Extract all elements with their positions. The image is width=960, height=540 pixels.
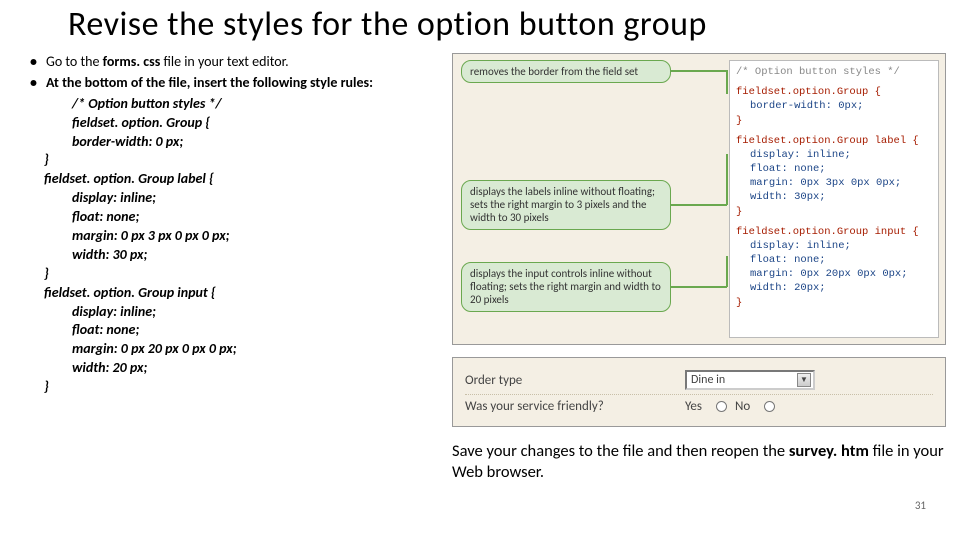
code-prop: float: none;	[736, 162, 932, 176]
form-preview: Order type Dine in ▼ Was your service fr…	[452, 357, 946, 427]
radio-no[interactable]	[764, 401, 775, 412]
code-prop: display: inline;	[736, 239, 932, 253]
code-line: /* Option button styles */	[72, 95, 440, 114]
code-prop: float: none;	[736, 253, 932, 267]
callout-1: removes the border from the field set	[461, 60, 671, 83]
callout-2: displays the labels inline without float…	[461, 180, 671, 230]
slide-title: Revise the styles for the option button …	[0, 0, 960, 53]
code-line: margin: 0 px 20 px 0 px 0 px;	[44, 340, 440, 359]
annotated-code-diagram: removes the border from the field set di…	[452, 53, 946, 345]
code-comment: /* Option button styles */	[736, 65, 932, 79]
select-value: Dine in	[691, 373, 725, 387]
connector-line	[671, 286, 727, 288]
bullet1-post: file in your text editor.	[160, 53, 288, 70]
code-line: fieldset. option. Group {	[72, 114, 440, 133]
code-line: fieldset. option. Group label {	[44, 170, 440, 189]
bullet-1: • Go to the forms. css file in your text…	[30, 53, 440, 72]
left-column: • Go to the forms. css file in your text…	[30, 53, 440, 482]
form-row-service: Was your service friendly? Yes No	[465, 395, 933, 418]
callout-3: displays the input controls inline witho…	[461, 262, 671, 312]
radio-yes[interactable]	[716, 401, 727, 412]
connector-line	[671, 70, 727, 72]
dropdown-arrow-icon[interactable]: ▼	[797, 373, 811, 387]
code-selector: fieldset.option.Group {	[736, 85, 932, 99]
right-column: removes the border from the field set di…	[452, 53, 946, 482]
page-number: 31	[915, 499, 926, 512]
bullet-2: • At the bottom of the file, insert the …	[30, 74, 440, 93]
code-selector: fieldset.option.Group input {	[736, 225, 932, 239]
connector-line	[726, 154, 728, 205]
code-line: }	[44, 151, 440, 170]
code-prop: width: 20px;	[736, 281, 932, 295]
code-line: width: 30 px;	[44, 246, 440, 265]
bottom-bold: survey. htm	[789, 441, 869, 461]
bullet2-text: At the bottom of the file, insert the fo…	[46, 74, 440, 93]
code-line: width: 20 px;	[44, 359, 440, 378]
code-brace: }	[736, 296, 932, 310]
code-prop: display: inline;	[736, 148, 932, 162]
css-code-block: /* Option button styles */ fieldset. opt…	[72, 95, 440, 397]
bottom-instruction: Save your changes to the file and then r…	[452, 439, 946, 482]
select-order-type[interactable]: Dine in ▼	[685, 370, 815, 390]
bullet1-bold: forms. css	[103, 53, 161, 70]
code-prop: margin: 0px 3px 0px 0px;	[736, 176, 932, 190]
form-row-order-type: Order type Dine in ▼	[465, 366, 933, 395]
code-line: }	[44, 265, 440, 284]
code-line: margin: 0 px 3 px 0 px 0 px;	[44, 227, 440, 246]
radio-label-no: No	[735, 399, 750, 414]
connector-line	[726, 256, 728, 287]
code-prop: width: 30px;	[736, 190, 932, 204]
code-brace: }	[736, 205, 932, 219]
code-line: display: inline;	[44, 303, 440, 322]
code-line: fieldset. option. Group input {	[44, 284, 440, 303]
bullet-dot: •	[30, 74, 46, 93]
code-selector: fieldset.option.Group label {	[736, 134, 932, 148]
label-service: Was your service friendly?	[465, 399, 685, 414]
code-brace: }	[736, 114, 932, 128]
connector-line	[671, 204, 727, 206]
code-line: }	[44, 378, 440, 397]
label-order-type: Order type	[465, 373, 685, 388]
radio-label-yes: Yes	[685, 399, 702, 414]
bottom-pre: Save your changes to the file and then r…	[452, 441, 789, 461]
code-panel: /* Option button styles */ fieldset.opti…	[729, 60, 939, 338]
code-line: float: none;	[44, 321, 440, 340]
code-prop: border-width: 0px;	[736, 99, 932, 113]
bullet-dot: •	[30, 53, 46, 72]
bullet1-pre: Go to the	[46, 53, 103, 70]
code-prop: margin: 0px 20px 0px 0px;	[736, 267, 932, 281]
connector-line	[726, 70, 728, 94]
content-columns: • Go to the forms. css file in your text…	[0, 53, 960, 482]
code-line: border-width: 0 px;	[72, 133, 440, 152]
code-line: display: inline;	[44, 189, 440, 208]
code-line: float: none;	[44, 208, 440, 227]
